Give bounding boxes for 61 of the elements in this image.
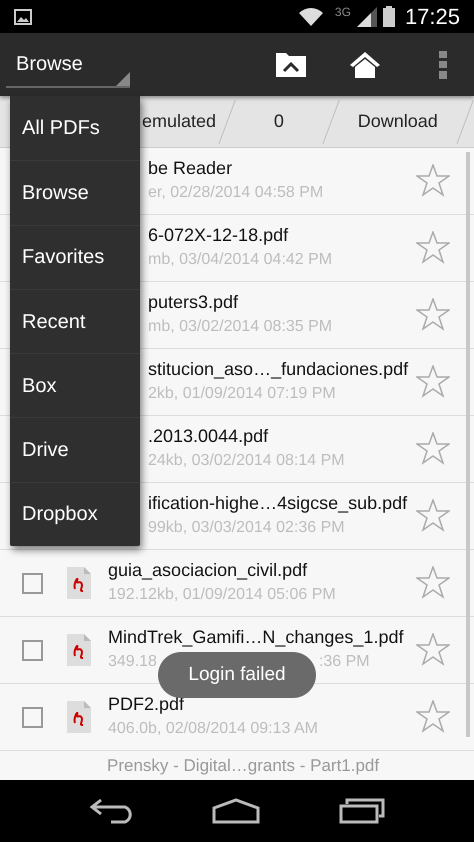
file-details: er, 02/28/2014 04:58 PM [148, 183, 324, 203]
star-icon[interactable] [416, 231, 450, 264]
toast: Login failed [158, 652, 316, 698]
star-icon[interactable] [416, 566, 450, 599]
menu-item[interactable]: All PDFs [10, 96, 140, 160]
file-name[interactable]: .2013.0044.pdf [148, 426, 345, 447]
file-name[interactable]: MindTrek_Gamifi…N_changes_1.pdf [108, 627, 404, 648]
star-icon[interactable] [416, 432, 450, 465]
wifi-icon [298, 8, 323, 26]
breadcrumb-separator [218, 98, 236, 146]
star-icon[interactable] [416, 499, 450, 532]
file-details: 349.18 [108, 652, 157, 672]
breadcrumb-separator [322, 98, 340, 146]
pdf-file-icon [67, 567, 91, 599]
checkbox[interactable] [22, 706, 43, 728]
network-type: 3G [334, 4, 351, 21]
view-spinner[interactable]: Browse [6, 42, 130, 88]
file-name[interactable]: guia_asociacion_civil.pdf [108, 560, 336, 581]
menu-item[interactable]: Browse [10, 160, 140, 225]
breadcrumb[interactable]: Download [340, 96, 456, 147]
overflow-menu-icon[interactable] [439, 50, 447, 78]
menu-item[interactable]: Box [10, 353, 140, 418]
menu-item[interactable]: Recent [10, 288, 140, 354]
file-details: 99kb, 03/03/2014 02:36 PM [148, 518, 345, 538]
file-details: :36 PM [318, 652, 370, 672]
home-icon[interactable] [212, 798, 260, 824]
breadcrumb[interactable]: 0 [236, 96, 322, 147]
battery-icon [382, 6, 395, 27]
file-details: mb, 03/02/2014 08:35 PM [148, 317, 332, 337]
file-details: 192.12kb, 01/09/2014 05:06 PM [108, 585, 336, 605]
file-details: 2kb, 01/09/2014 07:19 PM [148, 384, 336, 404]
star-icon[interactable] [416, 164, 450, 197]
checkbox[interactable] [22, 572, 43, 594]
checkbox[interactable] [22, 640, 43, 660]
pdf-file-icon [67, 634, 91, 666]
dropdown-corner-icon [116, 72, 130, 86]
breadcrumb[interactable]: emulated [140, 96, 218, 147]
star-icon[interactable] [416, 633, 450, 666]
pdf-file-icon [67, 701, 91, 733]
file-details: 24kb, 03/02/2014 08:14 PM [148, 451, 345, 471]
back-icon[interactable] [89, 798, 134, 824]
file-details: mb, 03/04/2014 04:42 PM [148, 250, 332, 270]
signal-icon [356, 6, 377, 26]
file-name[interactable]: puters3.pdf [148, 292, 332, 313]
menu-item[interactable]: Drive [10, 417, 140, 482]
file-name[interactable]: be Reader [148, 158, 324, 179]
clock: 17:25 [404, 3, 460, 31]
star-icon[interactable] [416, 298, 450, 331]
folder-up-icon[interactable] [276, 52, 306, 76]
file-name[interactable]: 6-072X-12-18.pdf [148, 225, 332, 246]
breadcrumb-separator [456, 98, 474, 146]
file-details: 406.0b, 02/08/2014 09:13 AM [108, 719, 318, 739]
star-icon[interactable] [416, 365, 450, 398]
menu-item[interactable]: Favorites [10, 224, 140, 289]
image-icon [14, 8, 32, 24]
file-name[interactable]: stitucion_aso…_fundaciones.pdf [148, 359, 408, 380]
star-icon[interactable] [416, 700, 450, 733]
menu-item[interactable]: Dropbox [10, 482, 140, 546]
file-name[interactable]: ification-highe…4sigcse_sub.pdf [148, 493, 408, 514]
home-icon[interactable] [350, 52, 380, 78]
recent-apps-icon[interactable] [338, 798, 385, 824]
